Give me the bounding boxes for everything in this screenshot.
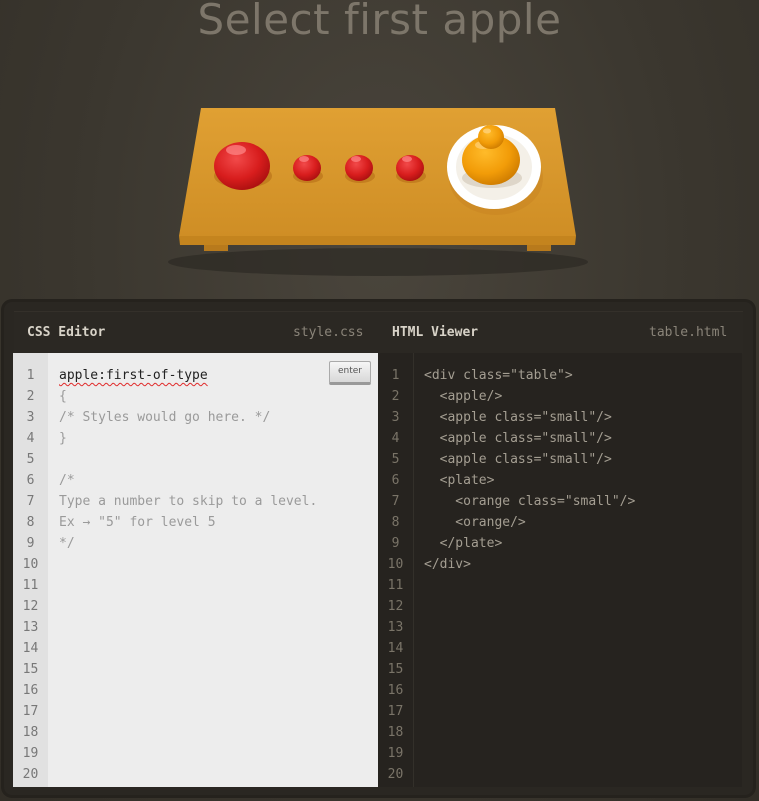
html-code-line: <apple class="small"/> <box>424 410 612 425</box>
css-code-area[interactable]: apple:first-of-type { /* Styles would go h… <box>59 365 317 554</box>
html_viewer-line-number: 19 <box>387 746 404 761</box>
css_editor-line-number: 2 <box>26 389 35 404</box>
css-code-line <box>59 449 317 470</box>
css_editor-line-number: 8 <box>26 515 35 530</box>
css-code-line: Type a number to skip to a level. <box>59 494 318 509</box>
css_editor-line-number: 18 <box>22 725 39 740</box>
css_editor-line-number: 17 <box>22 704 39 719</box>
html_viewer-line-number: 4 <box>391 431 400 446</box>
html-code-line: <apple class="small"/> <box>424 431 612 446</box>
html_viewer-line-number: 1 <box>391 368 400 383</box>
css-editor-title: CSS Editor <box>27 325 106 340</box>
css-selector-input[interactable]: apple:first-of-type <box>59 365 317 386</box>
css_editor-line-number: 4 <box>26 431 35 446</box>
css-code-line: /* <box>59 473 75 488</box>
css_editor-line-number: 20 <box>22 767 39 782</box>
css-line-gutter: 1 2 3 4 5 6 7 8 9 10 11 12 13 14 15 16 17 18 19 20 <box>13 353 48 787</box>
table-front-edge <box>179 236 576 245</box>
html_viewer-line-number: 17 <box>387 704 404 719</box>
html-code-line: </plate> <box>424 536 503 551</box>
editor-header: CSS Editor style.css HTML Viewer table.h… <box>14 311 743 354</box>
css-code-line: { <box>59 389 67 404</box>
css_editor-line-number: 11 <box>22 578 39 593</box>
css_editor-line-number: 19 <box>22 746 39 761</box>
css_editor-line-number: 6 <box>26 473 35 488</box>
css_editor-line-number: 15 <box>22 662 39 677</box>
game-table-scene <box>168 108 588 276</box>
css_editor-line-number: 13 <box>22 620 39 635</box>
html_viewer-line-number: 9 <box>391 536 400 551</box>
html_viewer-line-number: 14 <box>387 641 404 656</box>
css-code-line: Ex → "5" for level 5 <box>59 515 216 530</box>
css_editor-line-number: 1 <box>26 368 35 383</box>
css-code-line: /* Styles would go here. */ <box>59 410 271 425</box>
css-selector-text: apple:first-of-type <box>59 368 208 383</box>
html-code-line: </div> <box>424 557 471 572</box>
css-code-line: } <box>59 431 67 446</box>
css_editor-line-number: 9 <box>26 536 35 551</box>
css_editor-line-number: 10 <box>22 557 39 572</box>
html_viewer-line-number: 7 <box>391 494 400 509</box>
html-code-line: <plate> <box>424 473 495 488</box>
html_viewer-line-number: 10 <box>387 557 404 572</box>
html-code-line: <apple/> <box>424 389 503 404</box>
html_viewer-line-number: 20 <box>387 767 404 782</box>
table-shadow <box>168 248 588 276</box>
enter-button[interactable]: enter <box>329 361 371 385</box>
html_viewer-line-number: 16 <box>387 683 404 698</box>
html_viewer-line-number: 6 <box>391 473 400 488</box>
html-filename: table.html <box>649 325 728 340</box>
html_viewer-line-number: 13 <box>387 620 404 635</box>
html_viewer-line-number: 3 <box>391 410 400 425</box>
html-code-line: <orange/> <box>424 515 526 530</box>
html-line-gutter: 1 2 3 4 5 6 7 8 9 10 11 12 13 14 15 16 17 18 19 20 <box>378 353 414 787</box>
html_viewer-line-number: 5 <box>391 452 400 467</box>
html-viewer-title: HTML Viewer <box>392 325 479 340</box>
orange-small[interactable] <box>478 125 504 149</box>
html_viewer-line-number: 11 <box>387 578 404 593</box>
css_editor-line-number: 14 <box>22 641 39 656</box>
css_editor-line-number: 16 <box>22 683 39 698</box>
css-code-line: */ <box>59 536 75 551</box>
html_viewer-line-number: 2 <box>391 389 400 404</box>
html-code-line: <div class="table"> <box>424 368 573 383</box>
html-code-line: <orange class="small"/> <box>424 494 636 509</box>
html_viewer-line-number: 8 <box>391 515 400 530</box>
css-editor-pane[interactable]: 1 2 3 4 5 6 7 8 9 10 11 12 13 14 15 16 17 18 19 20 apple:fi… <box>13 353 378 787</box>
html-code-area: <div class="table"> <apple/> <apple clas… <box>424 365 635 575</box>
html_viewer-line-number: 15 <box>387 662 404 677</box>
editor-panel: CSS Editor style.css HTML Viewer table.h… <box>4 302 753 795</box>
css_editor-line-number: 5 <box>26 452 35 467</box>
html-viewer-pane: 1 2 3 4 5 6 7 8 9 10 11 12 13 14 15 16 17 18 19 20 <div cla… <box>378 353 742 787</box>
css-filename: style.css <box>293 325 364 340</box>
html-code-line: <apple class="small"/> <box>424 452 612 467</box>
html_viewer-line-number: 18 <box>387 725 404 740</box>
css_editor-line-number: 7 <box>26 494 35 509</box>
css_editor-line-number: 12 <box>22 599 39 614</box>
html_viewer-line-number: 12 <box>387 599 404 614</box>
css_editor-line-number: 3 <box>26 410 35 425</box>
